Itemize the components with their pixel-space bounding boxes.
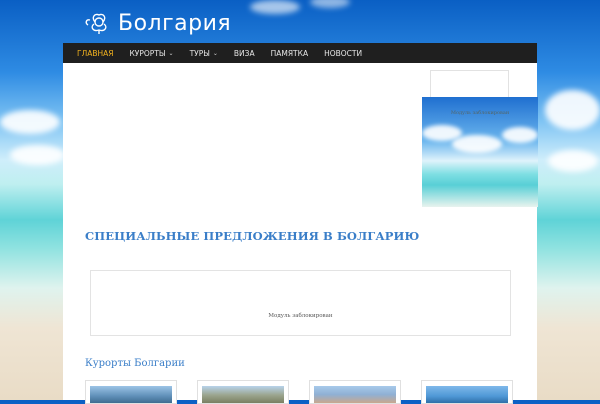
nav-item-resorts[interactable]: КУРОРТЫ ⌄ — [129, 49, 173, 58]
photo-ad-label: Модуль заблокирован — [450, 110, 510, 116]
nav-item-news[interactable]: НОВОСТИ — [324, 49, 362, 58]
nav-item-tours[interactable]: ТУРЫ ⌄ — [190, 49, 218, 58]
resort-image — [90, 386, 172, 403]
nav-item-label: ГЛАВНАЯ — [77, 48, 114, 58]
resorts-title: Курорты Болгарии — [85, 358, 185, 369]
background-cloud — [310, 0, 350, 8]
resort-image — [426, 386, 508, 403]
nav-item-label: ВИЗА — [233, 48, 255, 58]
sidebar-ad-slot — [430, 70, 509, 100]
photo-cloud — [452, 135, 502, 153]
resort-image — [314, 386, 396, 403]
sidebar-photo-ad[interactable]: Модуль заблокирован — [422, 97, 538, 207]
nav-item-label: ПАМЯТКА — [270, 48, 309, 58]
rose-icon — [85, 13, 107, 34]
background-cloud — [0, 110, 60, 134]
resort-thumbnail[interactable] — [197, 380, 289, 404]
chevron-down-icon: ⌄ — [212, 49, 218, 57]
nav-item-visa[interactable]: ВИЗА — [234, 49, 255, 58]
nav-item-memo[interactable]: ПАМЯТКА — [271, 49, 309, 58]
background-cloud — [545, 90, 600, 130]
resort-thumbnail[interactable] — [309, 380, 401, 404]
resort-image — [202, 386, 284, 403]
logo-text: Болгария — [118, 10, 232, 36]
nav-item-label: НОВОСТИ — [324, 48, 363, 58]
chevron-down-icon: ⌄ — [168, 49, 174, 57]
nav-item-label: ТУРЫ — [189, 48, 210, 58]
background-cloud — [250, 0, 300, 14]
special-offers-title: СПЕЦИАЛЬНЫЕ ПРЕДЛОЖЕНИЯ В БОЛГАРИЮ — [85, 229, 420, 243]
nav-item-label: КУРОРТЫ — [129, 48, 166, 58]
resort-thumbnail[interactable] — [85, 380, 177, 404]
main-navigation: ГЛАВНАЯ КУРОРТЫ ⌄ ТУРЫ ⌄ ВИЗА ПАМЯТКА НО… — [63, 43, 537, 63]
photo-cloud — [502, 127, 538, 143]
nav-item-home[interactable]: ГЛАВНАЯ — [77, 49, 113, 58]
blocked-module: Модуль заблокирован — [90, 270, 511, 336]
site-logo[interactable]: Болгария — [84, 10, 231, 36]
background-cloud — [548, 150, 598, 172]
resort-thumbnail[interactable] — [421, 380, 513, 404]
blocked-module-text: Модуль заблокирован — [268, 313, 333, 319]
background-cloud — [10, 145, 65, 165]
